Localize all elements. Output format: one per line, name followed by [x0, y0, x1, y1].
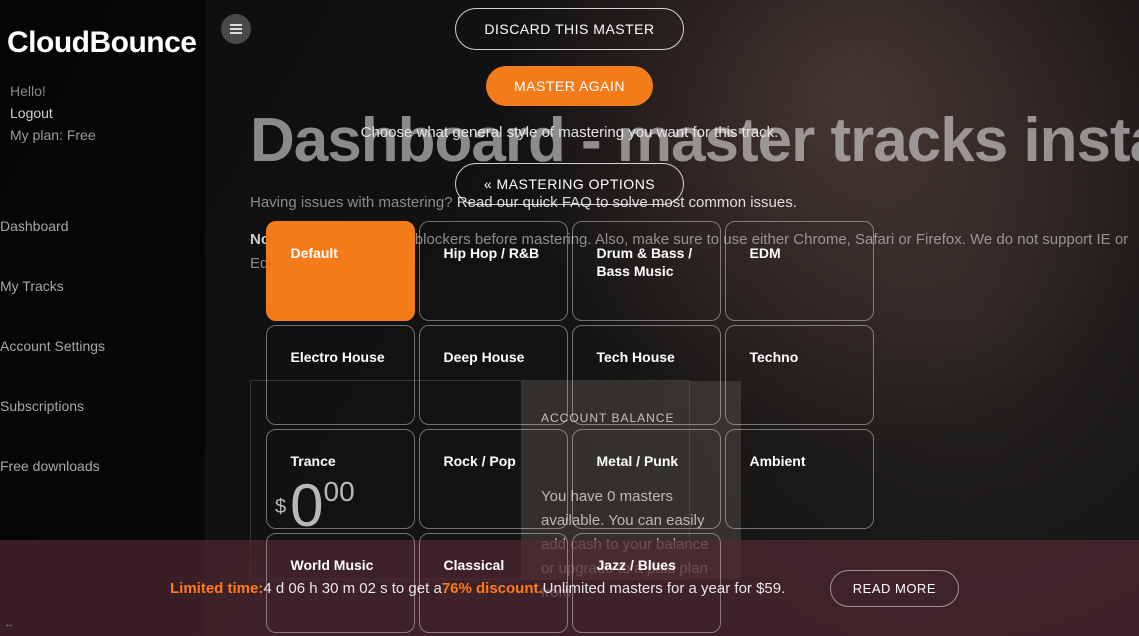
style-tile-hip-hop-r-b[interactable]: Hip Hop / R&B: [419, 221, 568, 321]
style-tile-rock-pop[interactable]: Rock / Pop: [419, 429, 568, 529]
style-tile-ambient[interactable]: Ambient: [725, 429, 874, 529]
style-tile-default[interactable]: Default: [266, 221, 415, 321]
discard-button[interactable]: DISCARD THIS MASTER: [455, 8, 683, 50]
choose-text: Choose what general style of mastering y…: [361, 124, 779, 141]
style-tile-edm[interactable]: EDM: [725, 221, 874, 321]
style-tile-jazz-blues[interactable]: Jazz / Blues: [572, 533, 721, 633]
style-tile-drum-bass-bass-music[interactable]: Drum & Bass / Bass Music: [572, 221, 721, 321]
style-tile-tech-house[interactable]: Tech House: [572, 325, 721, 425]
style-tile-metal-punk[interactable]: Metal / Punk: [572, 429, 721, 529]
style-grid: DefaultHip Hop / R&BDrum & Bass / Bass M…: [266, 221, 874, 633]
style-tile-techno[interactable]: Techno: [725, 325, 874, 425]
style-tile-trance[interactable]: Trance: [266, 429, 415, 529]
master-again-button[interactable]: MASTER AGAIN: [486, 66, 653, 106]
style-tile-deep-house[interactable]: Deep House: [419, 325, 568, 425]
mastering-options-button[interactable]: « MASTERING OPTIONS: [455, 163, 684, 205]
style-tile-electro-house[interactable]: Electro House: [266, 325, 415, 425]
style-tile-world-music[interactable]: World Music: [266, 533, 415, 633]
style-tile-classical[interactable]: Classical: [419, 533, 568, 633]
mastering-modal: DISCARD THIS MASTER MASTER AGAIN Choose …: [0, 0, 1139, 636]
